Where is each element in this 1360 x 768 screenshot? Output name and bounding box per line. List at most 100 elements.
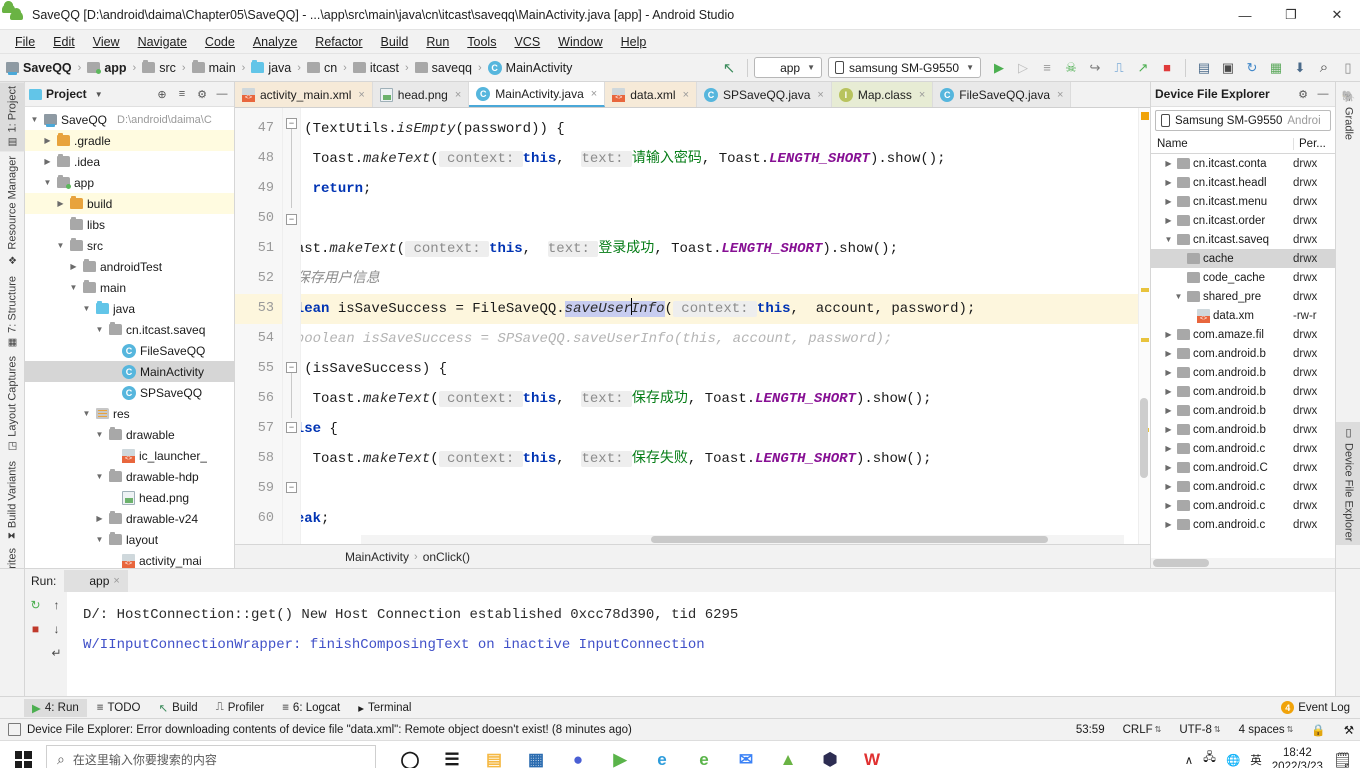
tree-expand-arrow-icon[interactable]: ▼ (94, 472, 105, 481)
debug-icon[interactable]: ☠ (1059, 57, 1083, 79)
internet-explorer-icon[interactable]: e (644, 741, 680, 768)
dfe-row[interactable]: ▼ shared_pre drwx (1151, 287, 1335, 306)
indent-setting[interactable]: 4 spaces ⇅ (1233, 724, 1300, 736)
line-number[interactable]: 60 (235, 504, 282, 534)
dfe-row[interactable]: cache drwx (1151, 249, 1335, 268)
menu-code[interactable]: Code (196, 33, 244, 51)
dfe-row[interactable]: ▶ com.android.c drwx (1151, 439, 1335, 458)
chevron-down-icon[interactable]: ▼ (91, 86, 107, 102)
scrollbar-thumb[interactable] (650, 536, 1048, 543)
file-encoding[interactable]: UTF-8 ⇅ (1173, 724, 1226, 736)
warning-marker[interactable] (1141, 112, 1149, 120)
android-studio-icon[interactable]: ▲ (770, 741, 806, 768)
tree-expand-arrow-icon[interactable]: ▼ (94, 430, 105, 439)
nox-player-icon[interactable]: ⬢ (812, 741, 848, 768)
tree-expand-arrow-icon[interactable]: ▶ (42, 157, 53, 166)
code-text[interactable]: if (TextUtils.isEmpty(password)) { Toast… (301, 108, 1138, 544)
close-icon[interactable]: × (455, 89, 461, 101)
sdk-manager-icon[interactable]: ▣ (1216, 57, 1240, 79)
breadcrumb-item-saveqq[interactable]: SaveQQ (4, 60, 74, 76)
tree-expand-arrow-icon[interactable]: ▶ (1163, 368, 1174, 377)
menu-build[interactable]: Build (372, 33, 418, 51)
breadcrumb-item-saveqq-pkg[interactable]: saveqq (413, 60, 474, 76)
menu-edit[interactable]: Edit (44, 33, 84, 51)
media-player-icon[interactable]: ▶ (602, 741, 638, 768)
line-number[interactable]: 53 (235, 294, 282, 324)
tree-item[interactable]: ▼ app (25, 172, 234, 193)
sidebar-item-gradle[interactable]: 🐘 Gradle (1336, 86, 1360, 144)
breadcrumb-item-java[interactable]: java (249, 60, 293, 76)
toolwindow-todo[interactable]: ≡ TODO (89, 700, 149, 716)
tree-expand-arrow-icon[interactable]: ▼ (68, 283, 79, 292)
sidebar-item-project[interactable]: ▤ 1: Project (0, 82, 25, 152)
code-folding-column[interactable]: − − − − − (283, 108, 301, 544)
tree-expand-arrow-icon[interactable]: ▼ (94, 535, 105, 544)
dfe-row[interactable]: ▶ com.android.c drwx (1151, 496, 1335, 515)
breadcrumb-item-itcast[interactable]: itcast (351, 60, 401, 76)
close-icon[interactable]: × (919, 89, 925, 101)
profile-icon[interactable]: ▯ (1336, 57, 1360, 79)
tree-expand-arrow-icon[interactable]: ▶ (1163, 178, 1174, 187)
editor-tab[interactable]: head.png × (372, 82, 470, 107)
tree-item[interactable]: ▼ layout (25, 529, 234, 550)
fold-marker-icon[interactable]: − (286, 214, 297, 225)
scrollbar-thumb[interactable] (1153, 559, 1209, 567)
tree-expand-arrow-icon[interactable]: ▶ (1163, 520, 1174, 529)
lock-icon[interactable]: 🔒 (1305, 723, 1331, 737)
menu-help[interactable]: Help (612, 33, 656, 51)
warning-marker[interactable] (1141, 338, 1149, 342)
tree-item[interactable]: C FileSaveQQ (25, 340, 234, 361)
task-view-icon[interactable]: ☰ (434, 741, 470, 768)
sidebar-item-resource-manager[interactable]: ❖ Resource Manager (0, 152, 25, 269)
editor-tab[interactable]: I Map.class × (831, 82, 934, 107)
line-number[interactable]: 55 (235, 354, 282, 384)
line-number[interactable]: 56 (235, 384, 282, 414)
tree-item[interactable]: ▶ .idea (25, 151, 234, 172)
tree-expand-arrow-icon[interactable]: ▶ (1163, 216, 1174, 225)
breadcrumb-item-main[interactable]: main (190, 60, 238, 76)
line-number[interactable]: 50 (235, 204, 282, 234)
dfe-row[interactable]: code_cache drwx (1151, 268, 1335, 287)
tree-expand-arrow-icon[interactable]: ▶ (42, 136, 53, 145)
menu-window[interactable]: Window (549, 33, 611, 51)
close-icon[interactable]: × (591, 88, 597, 100)
scroll-down-icon[interactable]: ↓ (48, 620, 66, 638)
line-number[interactable]: 51 (235, 234, 282, 264)
tree-expand-arrow-icon[interactable]: ▶ (55, 199, 66, 208)
code-editor[interactable]: 4748495051525354555657585960 − − − − − i… (235, 108, 1150, 544)
tree-expand-arrow-icon[interactable]: ▶ (68, 262, 79, 271)
toolwindow-logcat[interactable]: ≡ 6: Logcat (274, 700, 348, 716)
line-number[interactable]: 58 (235, 444, 282, 474)
dfe-row[interactable]: data.xm -rw-r (1151, 306, 1335, 325)
network-icon[interactable]: 🖧 (1203, 750, 1216, 768)
tree-expand-arrow-icon[interactable]: ▶ (1163, 463, 1174, 472)
collapse-all-icon[interactable]: ≡ (174, 86, 190, 102)
search-everywhere-icon[interactable]: ⌕ (1312, 57, 1336, 79)
apply-changes-icon[interactable]: ≡ (1035, 57, 1059, 79)
toolwindow-run[interactable]: ▶ 4: Run (24, 698, 87, 717)
editor-tab[interactable]: C MainActivity.java × (469, 82, 606, 107)
dfe-row[interactable]: ▶ com.android.b drwx (1151, 363, 1335, 382)
breadcrumb-class[interactable]: MainActivity (345, 550, 409, 564)
tree-item[interactable]: ▼ main (25, 277, 234, 298)
hide-panel-icon[interactable]: — (1315, 86, 1331, 102)
dfe-column-name[interactable]: Name (1151, 138, 1293, 150)
windows-start-icon[interactable] (0, 741, 46, 768)
line-number[interactable]: 52 (235, 264, 282, 294)
tree-expand-arrow-icon[interactable]: ▼ (1173, 292, 1184, 301)
breadcrumb-item-app[interactable]: app (85, 60, 128, 76)
tree-expand-arrow-icon[interactable]: ▼ (94, 325, 105, 334)
tree-item[interactable]: libs (25, 214, 234, 235)
taskbar-search-input[interactable]: ⌕ 在这里输入你要搜索的内容 (46, 744, 376, 768)
settings-gear-icon[interactable]: ⚙ (1295, 86, 1311, 102)
line-number[interactable]: 48 (235, 144, 282, 174)
error-stripe-markers[interactable] (1138, 108, 1150, 544)
console-output[interactable]: D/: HostConnection::get() New Host Conne… (67, 592, 1335, 696)
notification-icon[interactable]: 🗒 (1333, 751, 1352, 768)
line-separator[interactable]: CRLF ⇅ (1117, 724, 1168, 736)
file-explorer-icon[interactable]: ▤ (476, 741, 512, 768)
foxmail-icon[interactable]: ✉ (728, 741, 764, 768)
tree-item[interactable]: ▼ res (25, 403, 234, 424)
attach-debugger-icon[interactable]: ↪ (1083, 57, 1107, 79)
device-manager-icon[interactable]: ⬇ (1288, 57, 1312, 79)
